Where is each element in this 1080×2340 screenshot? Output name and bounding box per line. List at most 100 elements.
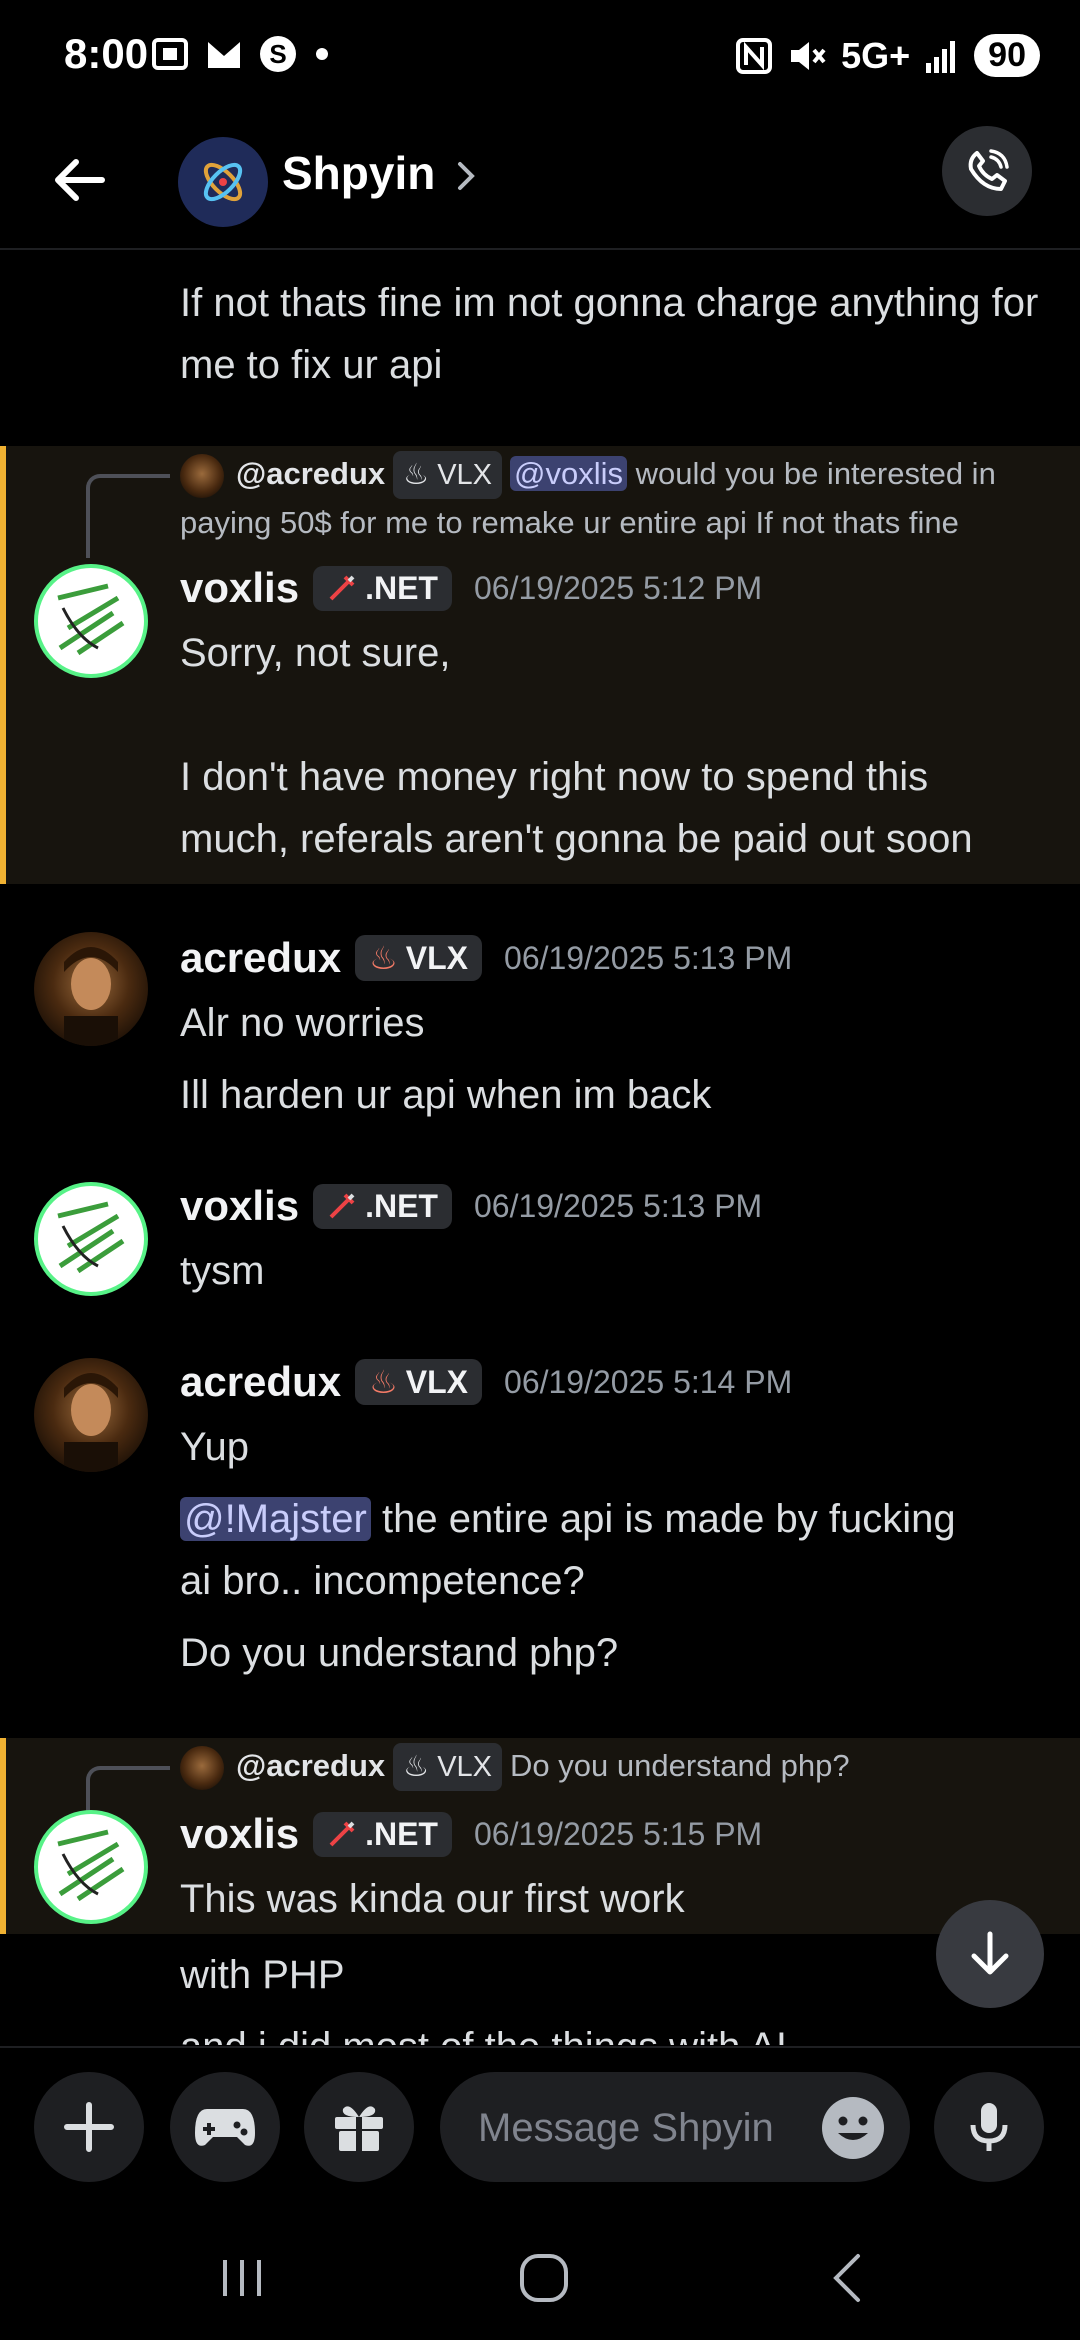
phone-icon: [968, 149, 1009, 191]
nav-back-button[interactable]: [808, 2250, 888, 2306]
avatar-scribble-icon: [57, 1201, 125, 1274]
jump-to-bottom-button[interactable]: [936, 1900, 1044, 2008]
author-name[interactable]: voxlis: [180, 1810, 299, 1858]
reply-avatar: [180, 1745, 224, 1790]
mute-icon: [791, 41, 826, 70]
sword-icon: [329, 1193, 355, 1219]
avatar[interactable]: [34, 1182, 148, 1296]
reply-preview[interactable]: @acredux ♨ VLX Do you understand php?: [180, 1742, 850, 1791]
avatar[interactable]: [34, 564, 148, 678]
message-group-highlighted[interactable]: @acredux ♨ VLX Do you understand php? voxl…: [0, 1738, 1080, 1934]
message-body-continued: with PHP and i did most of the things wi…: [180, 1944, 1040, 2045]
message-line: with PHP: [180, 1953, 345, 1997]
reply-connector: [86, 1766, 170, 1814]
screenshot-icon: [152, 38, 188, 70]
activities-button[interactable]: [170, 2072, 280, 2182]
message-group-highlighted[interactable]: @acredux ♨ VLX @voxlis would you be intere…: [0, 446, 1080, 884]
recents-icon: [223, 2260, 261, 2296]
reply-mention: @voxlis: [510, 456, 628, 491]
message-text: If not thats fine im not gonna charge an…: [180, 281, 1039, 387]
gift-button[interactable]: [304, 2072, 414, 2182]
role-tag[interactable]: .NET: [313, 565, 452, 611]
message-line: Yup: [180, 1425, 249, 1469]
microphone-icon: [970, 2103, 1008, 2151]
sword-icon: [329, 575, 355, 601]
role-tag[interactable]: ♨ VLX: [355, 935, 483, 981]
role-tag-label: .NET: [365, 1187, 438, 1224]
back-button[interactable]: [48, 148, 112, 212]
voice-message-button[interactable]: [934, 2072, 1044, 2182]
role-tag[interactable]: .NET: [313, 1811, 452, 1857]
channel-avatar[interactable]: [158, 126, 288, 238]
reply-tag-label: VLX: [437, 459, 493, 491]
message-line: ai bro.. incompetence?: [180, 1559, 585, 1603]
author-name[interactable]: acredux: [180, 934, 341, 982]
home-icon: [520, 2254, 568, 2302]
status-time: 8:00: [64, 30, 149, 77]
role-tag[interactable]: ♨ VLX: [355, 1359, 483, 1405]
reply-avatar: [180, 453, 224, 498]
timestamp: 06/19/2025 5:15 PM: [473, 1815, 763, 1852]
timestamp: 06/19/2025 5:13 PM: [504, 939, 793, 976]
chevron-right-icon[interactable]: [452, 156, 482, 196]
avatar[interactable]: [34, 1810, 148, 1924]
channel-header: Shpyin: [0, 118, 1080, 250]
message-body: Sorry, not sure, I don't have money righ…: [180, 622, 1040, 870]
emoji-button[interactable]: [822, 2097, 884, 2159]
plus-icon: [64, 2102, 114, 2152]
status-bar: 8:00 S 5G+ 90: [0, 0, 1080, 118]
recents-button[interactable]: [202, 2250, 282, 2306]
message-composer: [0, 2046, 1080, 2208]
message-body: Alr no worries Ill harden ur api when im…: [180, 992, 1040, 1126]
reply-preview[interactable]: @acredux ♨ VLX @voxlis would you be intere…: [180, 450, 996, 547]
message-line: @!Majster the entire api is made by fuck…: [180, 1488, 1040, 1550]
reply-text-1: would you be interested in: [627, 456, 996, 491]
role-tag-label: VLX: [405, 1363, 469, 1400]
author-name[interactable]: acredux: [180, 1358, 341, 1406]
nfc-icon: [736, 37, 773, 74]
channel-logo-icon: [203, 162, 243, 202]
message-header: voxlis .NET 06/19/2025 5:15 PM: [180, 1810, 762, 1858]
author-name[interactable]: voxlis: [180, 564, 299, 612]
message-line: Ill harden ur api when im back: [180, 1073, 712, 1117]
message-body: Yup @!Majster the entire api is made by …: [180, 1416, 1040, 1684]
reply-tag: ♨ VLX: [393, 1743, 503, 1791]
message-line: This was kinda our first work: [180, 1877, 685, 1921]
fire-icon: ♨: [369, 1364, 398, 1400]
chevron-left-icon: [833, 2254, 860, 2302]
channel-name[interactable]: Shpyin: [282, 146, 435, 200]
message-body: This was kinda our first work: [180, 1868, 1040, 1930]
battery-badge: 90: [974, 34, 1040, 77]
status-left-icons: S: [150, 34, 332, 74]
message-header: acredux ♨ VLX 06/19/2025 5:13 PM: [180, 934, 792, 982]
reply-tag-label: VLX: [437, 1751, 493, 1783]
app-s-icon: S: [260, 36, 296, 72]
call-button[interactable]: [942, 126, 1032, 216]
gamepad-icon: [195, 2109, 255, 2146]
user-mention[interactable]: @!Majster: [180, 1497, 371, 1541]
avatar[interactable]: [34, 932, 148, 1046]
role-tag-label: .NET: [365, 1815, 438, 1852]
system-nav-bar: [0, 2206, 1080, 2340]
message-line: and i did most of the things with AI: [180, 2016, 1040, 2045]
message-body: tysm: [180, 1240, 1040, 1302]
role-tag[interactable]: .NET: [313, 1183, 452, 1229]
reply-author: @acredux: [236, 456, 386, 491]
author-name[interactable]: voxlis: [180, 1182, 299, 1230]
reply-text: Do you understand php?: [510, 1748, 850, 1783]
message-header: acredux ♨ VLX 06/19/2025 5:14 PM: [180, 1358, 792, 1406]
arrow-down-icon: [971, 1931, 1009, 1975]
message-input-box[interactable]: [440, 2072, 910, 2184]
home-button[interactable]: [504, 2250, 584, 2306]
message-list[interactable]: If not thats fine im not gonna charge an…: [0, 250, 1080, 2045]
message-header: voxlis .NET 06/19/2025 5:12 PM: [180, 564, 762, 612]
sword-icon: [329, 1821, 355, 1847]
message-line: tysm: [180, 1249, 265, 1293]
timestamp: 06/19/2025 5:12 PM: [473, 569, 763, 606]
add-attachment-button[interactable]: [34, 2072, 144, 2182]
message-input[interactable]: [476, 2072, 800, 2184]
avatar-scribble-icon: [57, 583, 125, 656]
highlight-bar: [0, 1738, 6, 1934]
avatar[interactable]: [34, 1358, 148, 1472]
message-line: much, referals aren't gonna be paid out …: [180, 817, 973, 861]
